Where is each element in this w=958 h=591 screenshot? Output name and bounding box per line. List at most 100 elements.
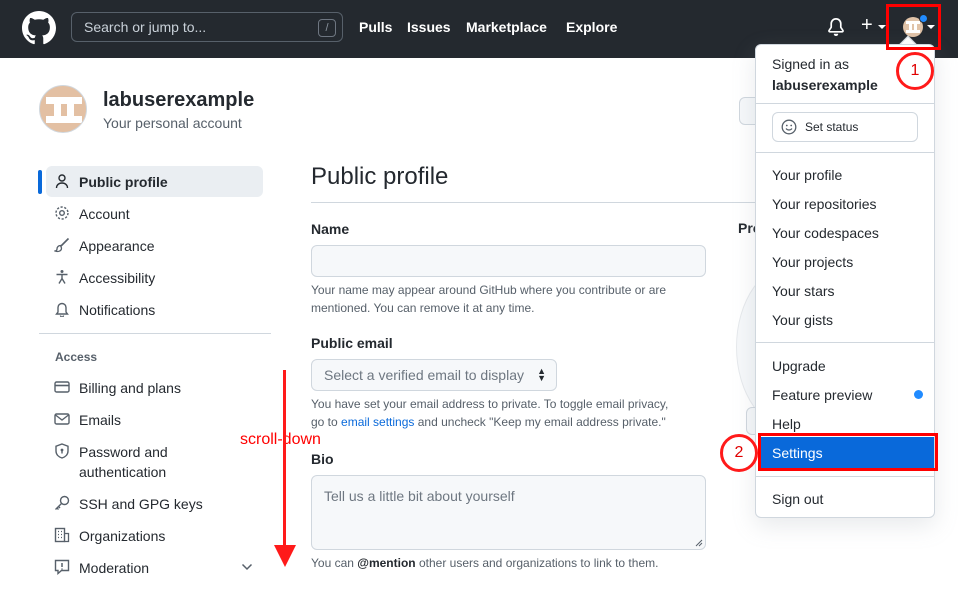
account-avatar bbox=[39, 85, 87, 133]
sidebar-item-account[interactable]: Account bbox=[46, 198, 263, 229]
github-logo-icon[interactable] bbox=[22, 11, 56, 45]
bell-icon bbox=[55, 302, 69, 317]
search-input[interactable]: Search or jump to... / bbox=[71, 12, 343, 42]
smiley-icon bbox=[781, 119, 797, 135]
bio-note-pre: You can bbox=[311, 556, 358, 570]
annotation-step-2: 2 bbox=[720, 434, 758, 472]
create-caret-icon[interactable] bbox=[878, 25, 886, 29]
set-status-button[interactable]: Set status bbox=[772, 112, 918, 142]
account-username[interactable]: labuserexample bbox=[103, 89, 254, 112]
chevron-down-icon[interactable] bbox=[241, 562, 253, 572]
email-note: You have set your email address to priva… bbox=[311, 395, 706, 431]
menu-your-profile[interactable]: Your profile bbox=[772, 167, 842, 183]
signed-in-as-label: Signed in as bbox=[772, 56, 850, 72]
sidebar-item-label: SSH and GPG keys bbox=[79, 496, 203, 512]
bio-placeholder: Tell us a little bit about yourself bbox=[324, 488, 515, 504]
sidebar-item-moderation[interactable]: Moderation bbox=[46, 552, 263, 583]
resize-handle-icon[interactable] bbox=[695, 539, 703, 547]
public-email-select[interactable]: Select a verified email to display ▲ ▼ bbox=[311, 359, 557, 391]
title-divider bbox=[311, 202, 761, 203]
shield-lock-icon bbox=[55, 443, 69, 459]
sidebar-item-label: Accessibility bbox=[79, 270, 156, 286]
name-note-line1: Your name may appear around GitHub where… bbox=[311, 283, 667, 297]
sidebar-item-accessibility[interactable]: Accessibility bbox=[46, 262, 263, 293]
name-note: Your name may appear around GitHub where… bbox=[311, 281, 706, 317]
sidebar-item-billing[interactable]: Billing and plans bbox=[46, 372, 263, 403]
annotation-step-1: 1 bbox=[896, 52, 934, 90]
mail-icon bbox=[54, 413, 70, 425]
sidebar-item-label: Account bbox=[79, 206, 130, 222]
name-field[interactable] bbox=[311, 245, 706, 277]
sidebar-item-appearance[interactable]: Appearance bbox=[46, 230, 263, 261]
sidebar-item-label-line2: authentication bbox=[79, 464, 167, 480]
set-status-label: Set status bbox=[805, 120, 859, 134]
select-arrows-icon: ▲ ▼ bbox=[537, 366, 546, 383]
menu-feature-preview[interactable]: Feature preview bbox=[772, 387, 872, 403]
menu-your-projects[interactable]: Your projects bbox=[772, 254, 853, 270]
scroll-down-annotation: scroll-down bbox=[240, 431, 321, 448]
annotation-box-avatar bbox=[886, 4, 941, 50]
public-email-selected: Select a verified email to display bbox=[324, 367, 524, 383]
email-note-pre: go to bbox=[311, 415, 342, 429]
page-title: Public profile bbox=[311, 163, 449, 190]
menu-your-codespaces[interactable]: Your codespaces bbox=[772, 225, 879, 241]
email-note-line1: You have set your email address to priva… bbox=[311, 397, 669, 411]
sidebar-item-label: Notifications bbox=[79, 302, 156, 318]
sidebar-item-organizations[interactable]: Organizations bbox=[46, 520, 263, 551]
key-icon bbox=[55, 495, 70, 510]
plus-icon[interactable]: + bbox=[861, 14, 873, 37]
nav-pulls[interactable]: Pulls bbox=[359, 19, 392, 35]
active-indicator bbox=[38, 170, 42, 194]
public-email-label: Public email bbox=[311, 335, 393, 351]
sidebar-item-label: Appearance bbox=[79, 238, 155, 254]
nav-explore[interactable]: Explore bbox=[566, 19, 617, 35]
dropdown-divider bbox=[756, 152, 934, 153]
name-label: Name bbox=[311, 221, 350, 237]
feature-preview-dot bbox=[914, 390, 923, 399]
menu-sign-out[interactable]: Sign out bbox=[772, 491, 823, 507]
menu-your-stars[interactable]: Your stars bbox=[772, 283, 835, 299]
sidebar-item-label: Moderation bbox=[79, 560, 150, 576]
sidebar-item-label: Organizations bbox=[79, 528, 166, 544]
accessibility-icon bbox=[56, 270, 68, 284]
menu-your-repositories[interactable]: Your repositories bbox=[772, 196, 877, 212]
bio-note: You can @mention other users and organiz… bbox=[311, 554, 706, 572]
scroll-arrow-line bbox=[283, 370, 286, 547]
nav-marketplace[interactable]: Marketplace bbox=[466, 19, 547, 35]
sidebar-item-password-authentication[interactable]: Password and authentication bbox=[46, 436, 263, 486]
menu-your-gists[interactable]: Your gists bbox=[772, 312, 833, 328]
sidebar-item-ssh-gpg-keys[interactable]: SSH and GPG keys bbox=[46, 488, 263, 519]
paintbrush-icon bbox=[54, 237, 70, 253]
email-note-line2: go to email settings and uncheck "Keep m… bbox=[311, 413, 706, 431]
dropdown-username[interactable]: labuserexample bbox=[772, 77, 878, 93]
bio-textarea[interactable]: Tell us a little bit about yourself bbox=[311, 475, 706, 550]
nav-issues[interactable]: Issues bbox=[407, 19, 451, 35]
bio-label: Bio bbox=[311, 451, 334, 467]
sidebar-item-label: Emails bbox=[79, 412, 122, 428]
email-settings-link[interactable]: email settings bbox=[341, 415, 414, 429]
menu-help[interactable]: Help bbox=[772, 416, 801, 432]
bell-icon[interactable] bbox=[827, 18, 845, 36]
account-subtitle: Your personal account bbox=[103, 115, 242, 131]
sidebar-item-label: Billing and plans bbox=[79, 380, 181, 396]
organization-icon bbox=[54, 527, 70, 543]
menu-upgrade[interactable]: Upgrade bbox=[772, 358, 826, 374]
search-placeholder: Search or jump to... bbox=[84, 19, 207, 35]
sidebar-item-emails[interactable]: Emails bbox=[46, 404, 263, 435]
identicon-icon bbox=[46, 97, 82, 123]
sidebar-item-notifications[interactable]: Notifications bbox=[46, 294, 263, 325]
name-note-line2: mentioned. You can remove it at any time… bbox=[311, 301, 535, 315]
sidebar-divider bbox=[39, 333, 271, 334]
dropdown-divider bbox=[756, 103, 934, 104]
sidebar-item-public-profile[interactable]: Public profile bbox=[46, 166, 263, 197]
sidebar-item-label-line1: Password and bbox=[79, 444, 168, 460]
credit-card-icon bbox=[54, 381, 70, 393]
bio-note-mention: @mention bbox=[357, 556, 416, 570]
gear-icon bbox=[55, 206, 69, 220]
search-shortcut-badge: / bbox=[318, 19, 336, 37]
dropdown-divider bbox=[756, 476, 934, 477]
report-icon bbox=[54, 559, 70, 575]
email-note-post: and uncheck "Keep my email address priva… bbox=[414, 415, 666, 429]
sidebar-item-label: Public profile bbox=[79, 174, 168, 190]
scroll-arrow-head-icon bbox=[274, 545, 296, 567]
